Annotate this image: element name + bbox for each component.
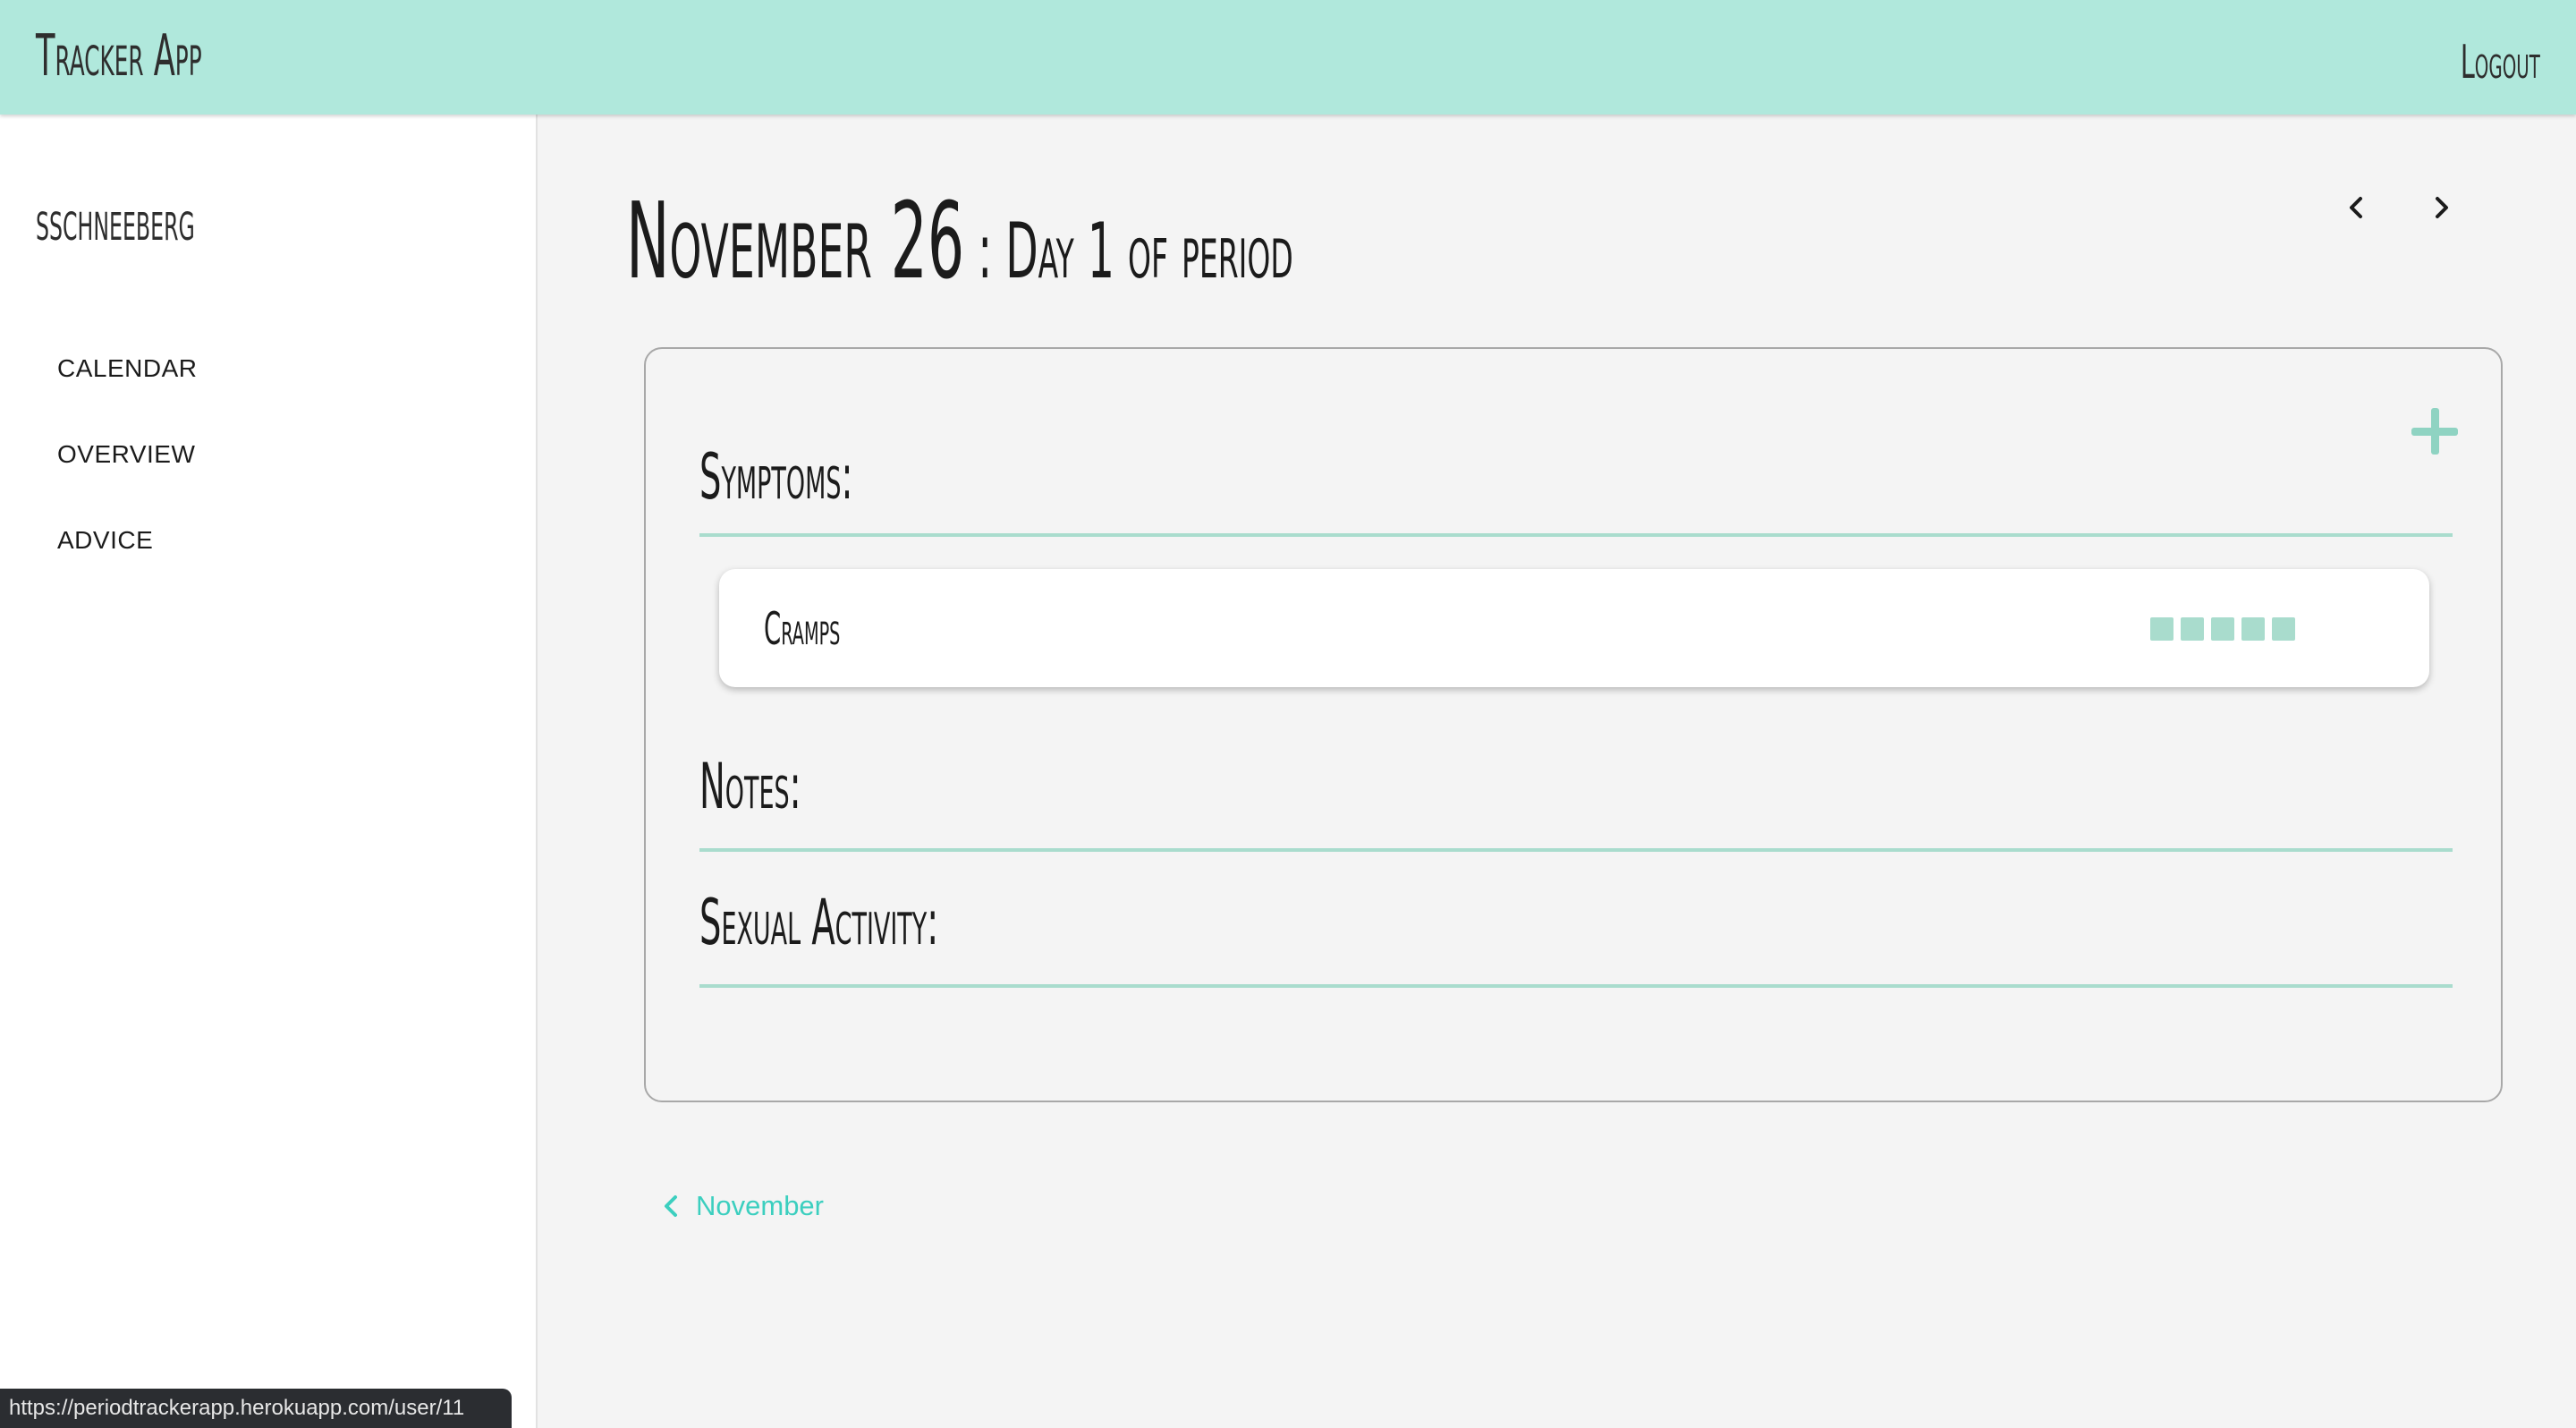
status-bar-url: https://periodtrackerapp.herokuapp.com/u… — [0, 1389, 512, 1428]
sexual-activity-heading: Sexual Activity: — [699, 886, 939, 959]
day-details-card: Symptoms: Cramps Notes: Sexual Activity: — [644, 347, 2503, 1102]
chevron-left-icon — [665, 1195, 677, 1217]
sidebar-item-advice[interactable]: ADVICE — [57, 526, 153, 555]
chevron-right-icon — [2436, 197, 2448, 218]
symptom-item[interactable]: Cramps — [719, 569, 2429, 687]
next-day-button[interactable] — [2420, 186, 2463, 229]
severity-level-box — [2181, 617, 2204, 641]
page-title: November 26 : Day 1 of period — [626, 179, 1293, 302]
username: sschneeberg — [36, 188, 195, 253]
severity-indicator — [2150, 617, 2295, 641]
day-info: Day 1 of period — [1005, 207, 1293, 296]
severity-level-box — [2241, 617, 2265, 641]
notes-heading: Notes: — [699, 750, 801, 823]
app-title[interactable]: Tracker App — [36, 23, 202, 89]
title-separator: : — [964, 207, 1006, 296]
symptom-name: Cramps — [764, 603, 841, 655]
chevron-left-icon — [2350, 197, 2362, 218]
add-symptom-button[interactable] — [2408, 404, 2462, 458]
prev-day-button[interactable] — [2334, 186, 2377, 229]
top-bar: Tracker App Logout — [0, 0, 2576, 115]
sidebar-item-calendar[interactable]: CALENDAR — [57, 354, 197, 383]
logout-button[interactable]: Logout — [2461, 36, 2540, 89]
back-to-month-link[interactable]: November — [660, 1188, 824, 1224]
divider — [699, 848, 2453, 852]
severity-level-box — [2211, 617, 2234, 641]
divider — [699, 984, 2453, 988]
severity-level-box — [2150, 617, 2174, 641]
sidebar-item-overview[interactable]: OVERVIEW — [57, 440, 195, 469]
sidebar: sschneeberg CALENDAR OVERVIEW ADVICE — [0, 115, 538, 1428]
date-label: November 26 — [626, 179, 965, 302]
divider — [699, 533, 2453, 537]
severity-level-box — [2272, 617, 2295, 641]
symptoms-heading: Symptoms: — [699, 440, 853, 514]
back-link-label: November — [696, 1190, 824, 1221]
